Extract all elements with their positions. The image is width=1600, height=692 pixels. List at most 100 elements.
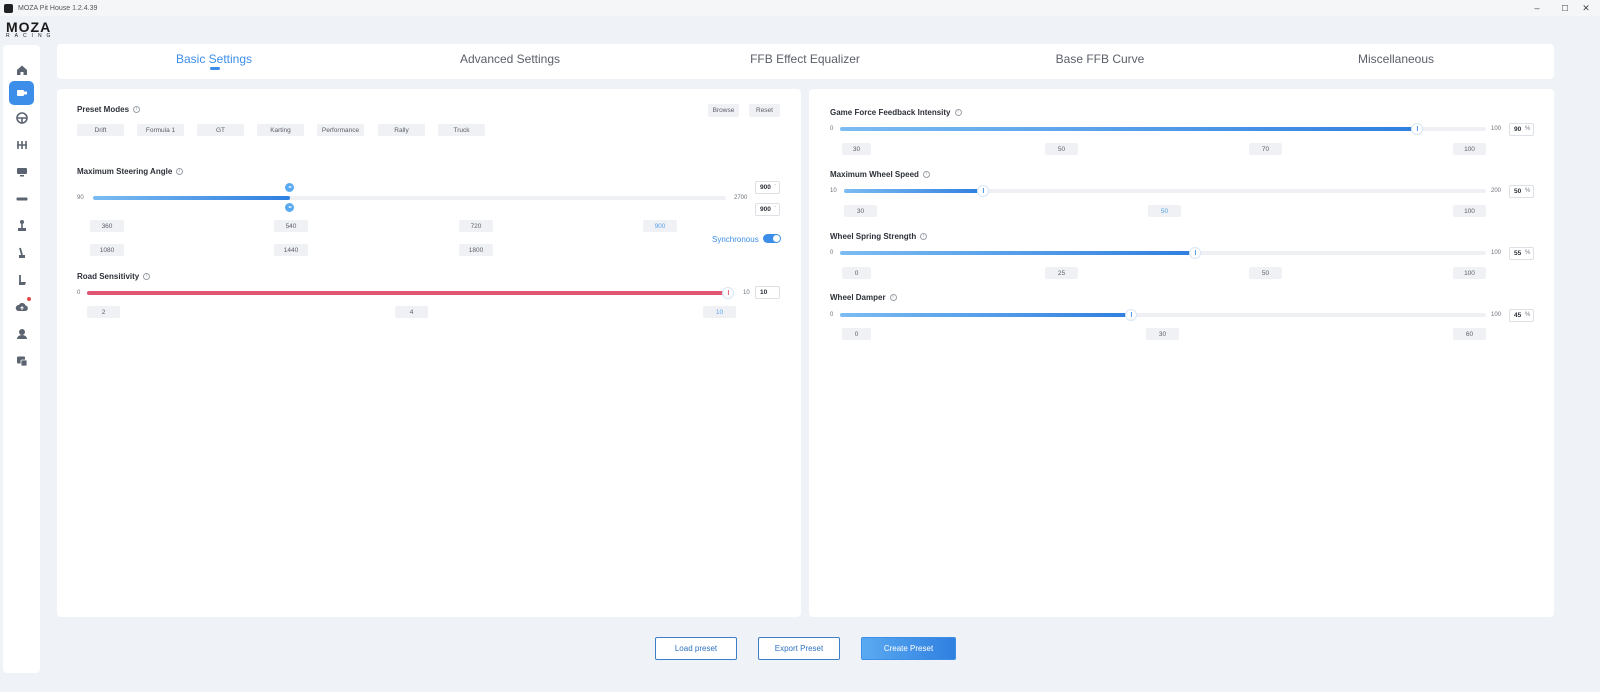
- shifter-bar-icon: [16, 197, 27, 201]
- steering-preset-900[interactable]: 900: [643, 220, 677, 232]
- logo-subtitle: RACING: [6, 33, 56, 39]
- steering-angle-top-handle[interactable]: 900: [285, 183, 294, 192]
- damper-value: 45: [1514, 312, 1522, 319]
- steering-angle-bottom-handle[interactable]: 900: [285, 203, 294, 212]
- nav-feedback[interactable]: [9, 349, 34, 373]
- spring-preset-25[interactable]: 25: [1045, 267, 1078, 279]
- info-icon[interactable]: i: [143, 273, 151, 280]
- steering-angle-fill: [93, 196, 290, 200]
- spring-min-label: 0: [830, 250, 834, 256]
- info-icon[interactable]: i: [954, 109, 962, 116]
- preset-mode-formula-1[interactable]: Formula 1: [137, 124, 184, 136]
- steering-angle-slider[interactable]: 900 900: [93, 183, 726, 212]
- spin-arrows-icon[interactable]: ⌃: [774, 183, 777, 188]
- damper-slider[interactable]: |||: [840, 310, 1486, 320]
- grip-icon: |||: [727, 289, 730, 296]
- spring-preset-0[interactable]: 0: [842, 267, 871, 279]
- steering-preset-540[interactable]: 540: [274, 220, 308, 232]
- road-sensitivity-slider[interactable]: |||: [87, 288, 733, 298]
- nav-home[interactable]: [9, 58, 34, 82]
- steering-preset-360[interactable]: 360: [90, 220, 124, 232]
- nav-sequential-shifter[interactable]: [9, 268, 34, 292]
- damper-preset-0[interactable]: 0: [842, 328, 871, 340]
- game-ffb-preset-70[interactable]: 70: [1249, 143, 1282, 155]
- browse-button[interactable]: Browse: [708, 104, 739, 117]
- tab-ffb-effect-equalizer[interactable]: FFB Effect Equalizer: [750, 52, 860, 66]
- preset-mode-performance[interactable]: Performance: [317, 124, 364, 136]
- steering-max-label: 2700: [734, 195, 748, 201]
- spring-preset-100[interactable]: 100: [1453, 267, 1486, 279]
- wheel-speed-preset-50[interactable]: 50: [1148, 205, 1181, 217]
- game-ffb-preset-50[interactable]: 50: [1045, 143, 1078, 155]
- game-ffb-preset-30[interactable]: 30: [842, 143, 871, 155]
- create-preset-button[interactable]: Create Preset: [861, 637, 956, 660]
- wheel-speed-handle[interactable]: |||: [978, 186, 988, 196]
- spring-slider[interactable]: |||: [840, 248, 1486, 258]
- road-preset-10[interactable]: 10: [703, 306, 736, 318]
- tab-basic-settings[interactable]: Basic Settings: [176, 52, 252, 66]
- game-ffb-handle[interactable]: |||: [1412, 124, 1422, 134]
- wheel-speed-preset-30[interactable]: 30: [844, 205, 877, 217]
- game-ffb-slider[interactable]: |||: [840, 124, 1486, 134]
- preset-mode-drift[interactable]: Drift: [77, 124, 124, 136]
- steering-angle-value-top: 900: [760, 184, 771, 191]
- wheel-speed-label: Maximum Wheel Speed: [830, 170, 919, 179]
- spin-arrows-icon[interactable]: ⌃: [774, 205, 777, 210]
- damper-handle[interactable]: |||: [1126, 310, 1136, 320]
- steering-preset-1440[interactable]: 1440: [274, 244, 308, 256]
- info-icon[interactable]: i: [889, 294, 897, 301]
- reset-button[interactable]: Reset: [749, 104, 780, 117]
- spring-handle[interactable]: |||: [1190, 248, 1200, 258]
- cloud-upload-icon: [15, 303, 28, 311]
- spring-label: Wheel Spring Strength: [830, 232, 917, 241]
- info-icon[interactable]: i: [133, 106, 141, 113]
- road-sensitivity-title: Road Sensitivity i: [77, 272, 151, 281]
- road-preset-2[interactable]: 2: [87, 306, 120, 318]
- damper-preset-30[interactable]: 30: [1146, 328, 1179, 340]
- tab-miscellaneous[interactable]: Miscellaneous: [1358, 52, 1434, 66]
- handle-value: 900: [288, 205, 291, 209]
- nav-dashboard[interactable]: [9, 160, 34, 184]
- road-sensitivity-max-label: 10: [743, 290, 750, 296]
- nav-steering-wheel[interactable]: [9, 106, 34, 130]
- info-icon[interactable]: i: [922, 171, 930, 178]
- close-button[interactable]: ✕: [1572, 0, 1600, 16]
- steering-angle-input-bottom[interactable]: 900 ⌃: [755, 203, 780, 216]
- tab-base-ffb-curve[interactable]: Base FFB Curve: [1056, 52, 1145, 66]
- spring-preset-50[interactable]: 50: [1249, 267, 1282, 279]
- nav-handbrake[interactable]: [9, 241, 34, 265]
- nav-cloud[interactable]: [9, 295, 34, 319]
- info-icon[interactable]: i: [176, 168, 184, 175]
- nav-wheelbase[interactable]: [9, 81, 34, 105]
- minimize-button[interactable]: –: [1523, 0, 1551, 16]
- game-ffb-preset-100[interactable]: 100: [1453, 143, 1486, 155]
- info-icon[interactable]: i: [920, 233, 928, 240]
- basic-settings-right-panel: Game Force Feedback Intensity i 0 ||| 10…: [809, 89, 1554, 617]
- nav-shifter[interactable]: [9, 214, 34, 238]
- road-sensitivity-input[interactable]: 10: [755, 286, 780, 299]
- load-preset-button[interactable]: Load preset: [655, 637, 737, 660]
- preset-mode-gt[interactable]: GT: [197, 124, 244, 136]
- road-preset-4[interactable]: 4: [395, 306, 428, 318]
- preset-mode-karting[interactable]: Karting: [257, 124, 304, 136]
- preset-mode-rally[interactable]: Rally: [378, 124, 425, 136]
- steering-angle-input-top[interactable]: 900 ⌃: [755, 181, 780, 194]
- nav-shifter-bar[interactable]: [9, 187, 34, 211]
- steering-preset-1080[interactable]: 1080: [90, 244, 124, 256]
- steering-preset-1800[interactable]: 1800: [459, 244, 493, 256]
- logo-wordmark: MOZA: [6, 19, 52, 35]
- damper-preset-60[interactable]: 60: [1453, 328, 1486, 340]
- title-bar: MOZA Pit House 1.2.4.39 – ☐ ✕: [0, 0, 1600, 16]
- road-sensitivity-handle[interactable]: |||: [723, 288, 733, 298]
- wheel-speed-slider[interactable]: |||: [844, 186, 1486, 196]
- preset-mode-truck[interactable]: Truck: [438, 124, 485, 136]
- nav-pedals[interactable]: [9, 133, 34, 157]
- steering-preset-720[interactable]: 720: [459, 220, 493, 232]
- road-sensitivity-min-label: 0: [77, 290, 81, 296]
- export-preset-button[interactable]: Export Preset: [758, 637, 840, 660]
- wheel-speed-preset-100[interactable]: 100: [1453, 205, 1486, 217]
- synchronous-toggle[interactable]: [763, 234, 781, 243]
- tab-advanced-settings[interactable]: Advanced Settings: [460, 52, 560, 66]
- wheelbase-icon: [16, 90, 27, 96]
- nav-profile[interactable]: [9, 322, 34, 346]
